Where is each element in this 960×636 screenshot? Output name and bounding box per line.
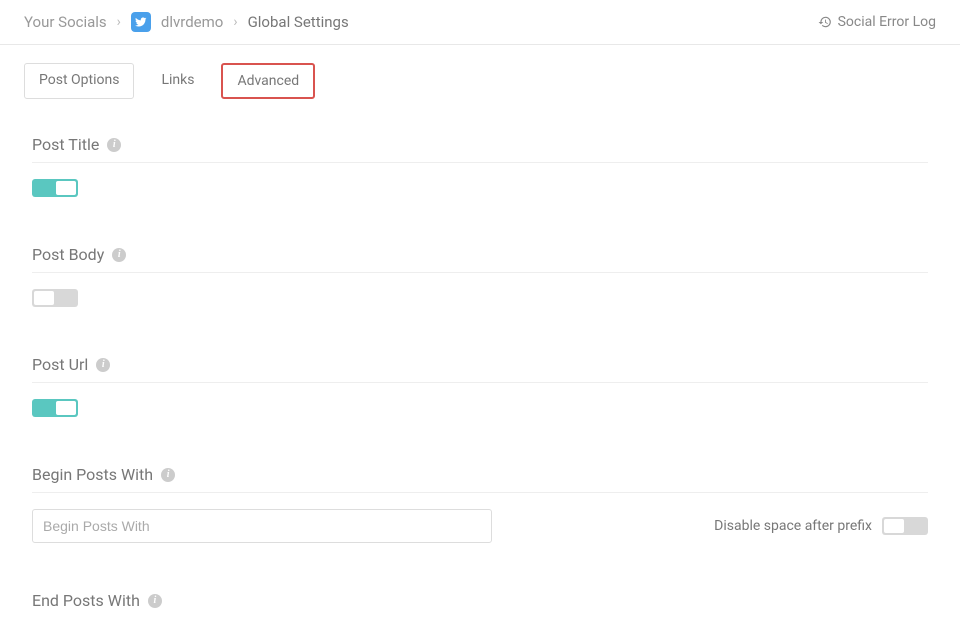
breadcrumb-account[interactable]: dlvrdemo bbox=[161, 13, 223, 31]
tab-links[interactable]: Links bbox=[146, 63, 209, 99]
section-label: End Posts With bbox=[32, 591, 928, 618]
disable-space-label: Disable space after prefix bbox=[714, 518, 872, 534]
post-url-label: Post Url bbox=[32, 355, 88, 374]
section-post-url: Post Url bbox=[24, 355, 936, 417]
post-body-label: Post Body bbox=[32, 245, 104, 264]
social-error-log-link[interactable]: Social Error Log bbox=[818, 14, 936, 30]
info-icon[interactable] bbox=[112, 248, 126, 262]
disable-space-toggle[interactable] bbox=[882, 517, 928, 535]
section-post-title: Post Title bbox=[24, 135, 936, 197]
begin-posts-row: Disable space after prefix bbox=[32, 509, 928, 543]
begin-posts-label: Begin Posts With bbox=[32, 465, 153, 484]
section-end-posts-with: End Posts With bbox=[24, 591, 936, 618]
header: Your Socials › dlvrdemo › Global Setting… bbox=[0, 0, 960, 45]
section-label: Post Body bbox=[32, 245, 928, 273]
history-icon bbox=[818, 15, 832, 29]
end-posts-label: End Posts With bbox=[32, 591, 140, 610]
twitter-icon bbox=[131, 12, 151, 32]
social-error-log-label: Social Error Log bbox=[838, 14, 936, 30]
post-url-toggle[interactable] bbox=[32, 399, 78, 417]
section-post-body: Post Body bbox=[24, 245, 936, 307]
info-icon[interactable] bbox=[96, 358, 110, 372]
chevron-right-icon: › bbox=[233, 14, 237, 30]
tab-advanced[interactable]: Advanced bbox=[221, 63, 315, 99]
breadcrumb: Your Socials › dlvrdemo › Global Setting… bbox=[24, 12, 349, 32]
post-title-label: Post Title bbox=[32, 135, 99, 154]
info-icon[interactable] bbox=[148, 594, 162, 608]
chevron-right-icon: › bbox=[117, 14, 121, 30]
section-begin-posts-with: Begin Posts With Disable space after pre… bbox=[24, 465, 936, 543]
tab-post-options[interactable]: Post Options bbox=[24, 63, 134, 99]
post-title-toggle[interactable] bbox=[32, 179, 78, 197]
section-label: Begin Posts With bbox=[32, 465, 928, 493]
tabs: Post Options Links Advanced bbox=[24, 63, 936, 99]
disable-space-group: Disable space after prefix bbox=[714, 517, 928, 535]
info-icon[interactable] bbox=[161, 468, 175, 482]
info-icon[interactable] bbox=[107, 138, 121, 152]
section-label: Post Title bbox=[32, 135, 928, 163]
content: Post Options Links Advanced Post Title P… bbox=[0, 45, 960, 636]
breadcrumb-root[interactable]: Your Socials bbox=[24, 13, 107, 31]
post-body-toggle[interactable] bbox=[32, 289, 78, 307]
section-label: Post Url bbox=[32, 355, 928, 383]
begin-posts-input[interactable] bbox=[32, 509, 492, 543]
breadcrumb-current: Global Settings bbox=[248, 13, 349, 31]
